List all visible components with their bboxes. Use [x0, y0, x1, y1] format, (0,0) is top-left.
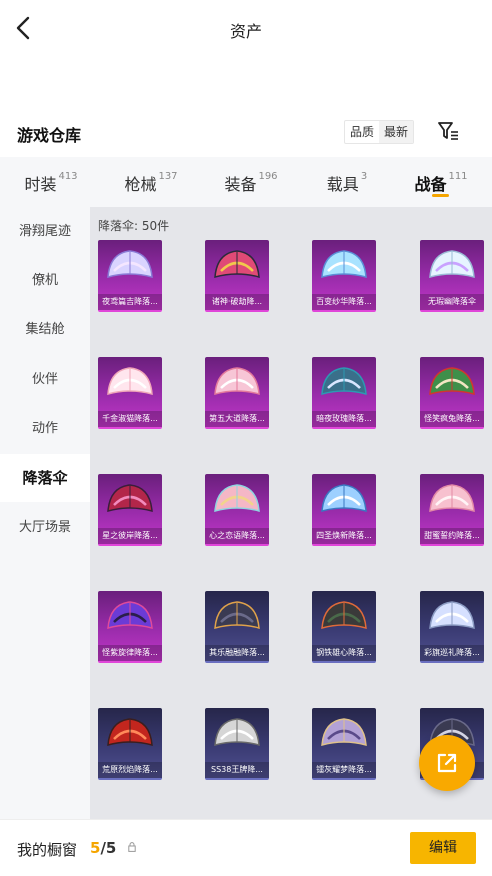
item-card[interactable]: 诸神·破劫降... [205, 240, 269, 312]
parachute-icon [321, 367, 367, 396]
item-card-label: 百变纱华降落... [312, 294, 376, 310]
sidebar-item-companion[interactable]: 伙伴 [0, 357, 90, 403]
item-card-label: 千金淑猫降落... [98, 411, 162, 427]
parachute-icon [214, 250, 260, 279]
edit-button[interactable]: 编辑 [410, 832, 476, 864]
item-card-label: 怪笑疯兔降落... [420, 411, 484, 427]
tab-weapons[interactable]: 枪械 137 [102, 171, 200, 195]
item-card-label: 心之恋语降落... [205, 528, 269, 544]
parachute-icon [321, 601, 367, 630]
tab-equipment[interactable]: 装备 196 [202, 171, 300, 195]
parachute-icon [429, 367, 475, 396]
share-button[interactable] [419, 735, 475, 791]
item-card[interactable]: 怪笑疯兔降落... [420, 357, 484, 429]
item-count: 降落伞: 50件 [98, 219, 170, 233]
item-card-label: 暗夜玫瑰降落... [312, 411, 376, 427]
showcase-count: 5/5 [90, 839, 117, 857]
item-card[interactable]: 四圣焕新降落... [312, 474, 376, 546]
lock-icon [128, 842, 136, 852]
parachute-icon [214, 601, 260, 630]
category-tabs: 时装 413 枪械 137 装备 196 载具 3 战备 111 [0, 157, 492, 207]
item-card-label: 其乐融融降落... [205, 645, 269, 661]
parachute-icon [214, 484, 260, 513]
sidebar-item-emote[interactable]: 动作 [0, 406, 90, 452]
sidebar-item-wingman[interactable]: 僚机 [0, 258, 90, 304]
parachute-icon [429, 601, 475, 630]
subcategory-sidebar: 滑翔尾迹 僚机 集结舱 伙伴 动作 降落伞 大厅场景 [0, 207, 90, 819]
top-bar: 资产 [0, 0, 492, 58]
parachute-icon [107, 367, 153, 396]
item-card[interactable]: 甜蜜誓约降落... [420, 474, 484, 546]
item-card-label: 彩旗巡礼降落... [420, 645, 484, 661]
item-grid: 降落伞: 50件 夜鸢篇吉降落... 诸神·破劫降... 百变纱华降落... 无瑕幽降… [90, 207, 492, 819]
sidebar-item-lobby-scene[interactable]: 大厅场景 [0, 505, 90, 551]
tab-fashion[interactable]: 时装 413 [2, 171, 100, 195]
item-card-label: 无瑕幽降落伞 [420, 294, 484, 310]
item-card[interactable]: 千金淑猫降落... [98, 357, 162, 429]
parachute-icon [321, 250, 367, 279]
item-card-label: 荒原烈焰降落... [98, 762, 162, 778]
item-card-label: 镭灰耀梦降落... [312, 762, 376, 778]
item-card-label: SS38王牌降... [205, 762, 269, 778]
item-card[interactable]: 荒原烈焰降落... [98, 708, 162, 780]
sidebar-item-glide-trail[interactable]: 滑翔尾迹 [0, 209, 90, 255]
item-card[interactable]: 怪紫旋律降落... [98, 591, 162, 663]
item-card-label: 夜鸢篇吉降落... [98, 294, 162, 310]
item-card[interactable]: 星之彼岸降落... [98, 474, 162, 546]
item-card-label: 星之彼岸降落... [98, 528, 162, 544]
item-card-label: 第五大道降落... [205, 411, 269, 427]
item-card[interactable]: 暗夜玫瑰降落... [312, 357, 376, 429]
item-card-label: 甜蜜誓约降落... [420, 528, 484, 544]
sort-toggle: 品质 最新 [344, 120, 415, 144]
section-title: 游戏仓库 [17, 126, 82, 145]
item-card-label: 四圣焕新降落... [312, 528, 376, 544]
item-card[interactable]: 镭灰耀梦降落... [312, 708, 376, 780]
parachute-icon [214, 367, 260, 396]
item-card[interactable]: 百变纱华降落... [312, 240, 376, 312]
parachute-icon [107, 601, 153, 630]
item-card[interactable]: 其乐融融降落... [205, 591, 269, 663]
sort-by-latest[interactable]: 最新 [379, 121, 414, 143]
item-card-label: 诸神·破劫降... [205, 294, 269, 310]
item-card-label: 怪紫旋律降落... [98, 645, 162, 661]
parachute-icon [321, 718, 367, 747]
item-card[interactable]: 彩旗巡礼降落... [420, 591, 484, 663]
item-card-label: 钢铁雄心降落... [312, 645, 376, 661]
parachute-icon [429, 250, 475, 279]
item-card[interactable]: 夜鸢篇吉降落... [98, 240, 162, 312]
item-card[interactable]: 心之恋语降落... [205, 474, 269, 546]
item-card[interactable]: 无瑕幽降落伞 [420, 240, 484, 312]
showcase-label: 我的橱窗 [17, 841, 78, 859]
parachute-icon [107, 718, 153, 747]
item-card[interactable]: SS38王牌降... [205, 708, 269, 780]
parachute-icon [214, 718, 260, 747]
sort-by-quality[interactable]: 品质 [345, 121, 379, 143]
showcase-bar: 我的橱窗 5/5 编辑 [0, 819, 492, 876]
external-link-icon [437, 753, 457, 773]
page-title: 资产 [229, 22, 262, 41]
parachute-icon [429, 484, 475, 513]
parachute-icon [321, 484, 367, 513]
active-tab-indicator [432, 194, 449, 197]
item-card[interactable]: 第五大道降落... [205, 357, 269, 429]
item-card[interactable]: 钢铁雄心降落... [312, 591, 376, 663]
warehouse-header: 游戏仓库 品质 最新 [0, 118, 492, 150]
tab-combat-gear[interactable]: 战备 111 [392, 171, 490, 195]
filter-icon[interactable] [437, 121, 459, 141]
parachute-icon [107, 484, 153, 513]
sidebar-item-parachute[interactable]: 降落伞 [0, 454, 90, 502]
parachute-icon [107, 250, 153, 279]
tab-vehicles[interactable]: 载具 3 [298, 171, 396, 195]
sidebar-item-drop-pod[interactable]: 集结舱 [0, 307, 90, 353]
